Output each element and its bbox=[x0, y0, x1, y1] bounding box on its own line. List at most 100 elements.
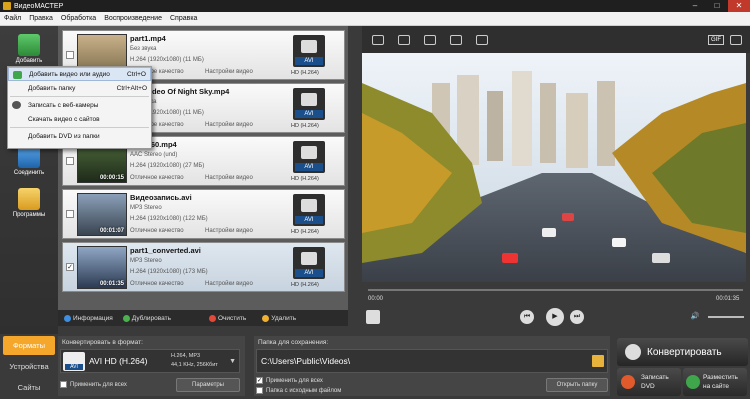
tab-formats[interactable]: Форматы bbox=[3, 336, 55, 355]
publish-line2: на сайте bbox=[703, 383, 730, 390]
video-settings-link[interactable]: Настройки видео bbox=[205, 175, 253, 181]
tab-devices[interactable]: Устройства bbox=[3, 357, 55, 376]
playback-controls: ⏮ ▶ ⏭ 🔊 bbox=[362, 304, 750, 330]
gif-button[interactable]: GIF bbox=[708, 34, 724, 45]
format-button[interactable]: AVI bbox=[293, 35, 325, 67]
format-badge: AVI bbox=[295, 163, 323, 171]
minimize-button[interactable]: – bbox=[684, 0, 706, 12]
menu-help[interactable]: Справка bbox=[166, 15, 201, 22]
file-checkbox[interactable] bbox=[66, 157, 74, 165]
file-item[interactable]: 00:01:07 Видеозапись.avi MP3 Stereo H.26… bbox=[62, 189, 345, 239]
playback-progress[interactable] bbox=[368, 289, 743, 291]
close-button[interactable]: ✕ bbox=[728, 0, 750, 12]
camera-icon bbox=[301, 93, 317, 106]
apply-all-save-checkbox[interactable]: ✓ bbox=[256, 377, 263, 384]
format-audio-params: 44,1 KHz, 256Кбит bbox=[171, 362, 218, 368]
menu-processing[interactable]: Обработка bbox=[57, 15, 100, 22]
file-checkbox[interactable] bbox=[66, 51, 74, 59]
programs-button[interactable]: Программы bbox=[4, 186, 54, 226]
rotate-icon[interactable] bbox=[398, 34, 410, 45]
menu-separator bbox=[10, 127, 149, 128]
file-video: H.264 (1920x1080) (11 МБ) bbox=[130, 57, 204, 63]
format-button[interactable]: AVI bbox=[293, 194, 325, 226]
source-folder-option[interactable]: Папка с исходным файлом bbox=[256, 387, 341, 394]
menu-separator bbox=[10, 96, 149, 97]
file-thumbnail: 00:01:35 bbox=[77, 246, 127, 289]
menu-playback[interactable]: Воспроизведение bbox=[100, 15, 166, 22]
parameters-button[interactable]: Параметры bbox=[176, 378, 240, 392]
video-settings-link[interactable]: Настройки видео bbox=[205, 69, 253, 75]
menu-item-download[interactable]: Скачать видео с сайтов bbox=[8, 112, 151, 126]
file-name: part1_converted.avi bbox=[130, 246, 201, 255]
menu-edit[interactable]: Правка bbox=[25, 15, 57, 22]
menu-item-add-video[interactable]: Добавить видео или аудио Ctrl+O bbox=[8, 67, 151, 81]
menu-item-webcam[interactable]: Записать с веб-камеры bbox=[8, 98, 151, 112]
info-label: Информация bbox=[73, 314, 113, 322]
publish-button[interactable]: Разместить на сайте bbox=[683, 368, 747, 396]
prev-icon[interactable]: ⏮ bbox=[520, 310, 534, 324]
video-settings-link[interactable]: Настройки видео bbox=[205, 281, 253, 287]
fullscreen-icon[interactable] bbox=[366, 310, 380, 324]
play-icon[interactable]: ▶ bbox=[546, 308, 564, 326]
apply-all-save[interactable]: ✓ Применить для всех bbox=[256, 377, 323, 384]
file-item[interactable]: ✓ 00:01:35 part1_converted.avi MP3 Stere… bbox=[62, 242, 345, 292]
volume-slider[interactable] bbox=[708, 316, 744, 318]
format-thumb-icon: AVI bbox=[63, 352, 85, 371]
folder-icon[interactable] bbox=[592, 355, 604, 367]
burn-dvd-button[interactable]: Записать DVD bbox=[617, 368, 681, 396]
apply-all-checkbox[interactable] bbox=[60, 381, 67, 388]
source-folder-checkbox[interactable] bbox=[256, 387, 263, 394]
file-video: H.264 (1920x1080) (122 МБ) bbox=[130, 216, 208, 222]
menu-item-label: Скачать видео с сайтов bbox=[28, 115, 100, 123]
brightness-icon[interactable] bbox=[424, 34, 436, 45]
menu-item-label: Добавить DVD из папки bbox=[28, 132, 100, 140]
file-audio: Без звука bbox=[130, 46, 157, 52]
maximize-button[interactable]: □ bbox=[706, 0, 728, 12]
format-button[interactable]: AVI bbox=[293, 247, 325, 279]
snapshot-icon[interactable] bbox=[730, 34, 742, 45]
effects-icon[interactable] bbox=[450, 34, 462, 45]
open-folder-button[interactable]: Открыть папку bbox=[546, 378, 608, 392]
delete-label: Удалить bbox=[271, 314, 297, 322]
info-button[interactable]: Информация bbox=[64, 314, 113, 322]
file-duration: 00:00:15 bbox=[99, 175, 124, 181]
join-button[interactable]: Соединить bbox=[4, 144, 54, 184]
format-button[interactable]: AVI bbox=[293, 88, 325, 120]
file-quality[interactable]: Отличное качество bbox=[130, 281, 184, 287]
dvd-line1: Записать bbox=[641, 374, 669, 381]
video-settings-link[interactable]: Настройки видео bbox=[205, 122, 253, 128]
menu-item-label: Добавить видео или аудио bbox=[29, 70, 110, 78]
menu-item-dvd[interactable]: Добавить DVD из папки bbox=[8, 129, 151, 143]
tab-sites[interactable]: Сайты bbox=[3, 378, 55, 397]
next-icon[interactable]: ⏭ bbox=[570, 310, 584, 324]
crop-icon[interactable] bbox=[372, 34, 384, 45]
menu-item-add-folder[interactable]: Добавить папку Ctrl+Alt+O bbox=[8, 81, 151, 95]
duplicate-button[interactable]: Дублировать bbox=[122, 314, 171, 322]
apply-all-save-label: Применить для всех bbox=[266, 377, 323, 384]
camera-icon bbox=[301, 40, 317, 53]
format-select[interactable]: AVI AVI HD (H.264) H.264, MP3 44,1 KHz, … bbox=[60, 349, 240, 373]
source-folder-label: Папка с исходным файлом bbox=[266, 387, 342, 394]
convert-button[interactable]: Конвертировать bbox=[617, 338, 748, 366]
file-checkbox[interactable] bbox=[66, 210, 74, 218]
file-quality[interactable]: Отличное качество bbox=[130, 175, 184, 181]
save-path-field[interactable]: C:\Users\Public\Videos\ bbox=[256, 349, 608, 373]
add-icon bbox=[18, 34, 40, 56]
format-button[interactable]: AVI bbox=[293, 141, 325, 173]
menu-file[interactable]: Файл bbox=[0, 15, 25, 22]
delete-button[interactable]: Удалить bbox=[262, 314, 297, 322]
video-settings-link[interactable]: Настройки видео bbox=[205, 228, 253, 234]
webcam-icon bbox=[12, 101, 21, 109]
file-checkbox[interactable]: ✓ bbox=[66, 263, 74, 271]
file-quality[interactable]: Отличное качество bbox=[130, 228, 184, 234]
current-time: 00:00 bbox=[368, 296, 384, 302]
apply-all-format[interactable]: Применить для всех bbox=[60, 381, 127, 388]
list-action-bar: Информация Дублировать Очистить Удалить bbox=[58, 310, 348, 326]
file-codec: HD (H.264) bbox=[291, 123, 319, 129]
file-duration: 00:01:35 bbox=[99, 281, 124, 287]
speed-icon[interactable] bbox=[476, 34, 488, 45]
clear-button[interactable]: Очистить bbox=[208, 314, 246, 322]
volume-icon[interactable]: 🔊 bbox=[688, 310, 702, 324]
menu-bar: Файл Правка Обработка Воспроизведение Сп… bbox=[0, 12, 750, 26]
chevron-down-icon: ▼ bbox=[229, 358, 236, 365]
